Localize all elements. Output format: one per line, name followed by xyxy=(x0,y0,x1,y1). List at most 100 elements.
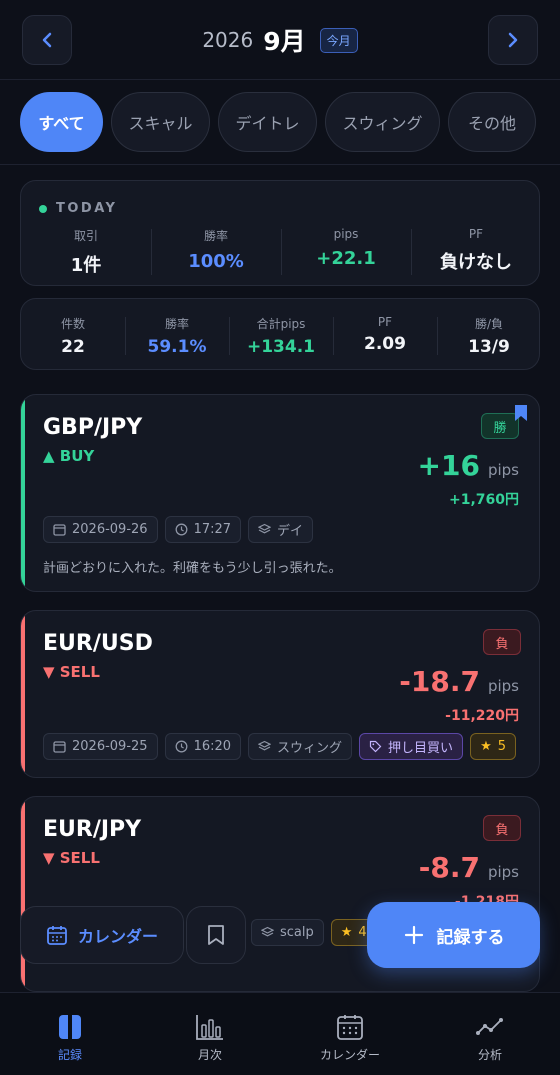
style-tag: scalp xyxy=(251,919,324,946)
trend-line-icon xyxy=(476,1018,503,1035)
today-header: TODAY xyxy=(39,201,117,216)
filter-chip-daytrade[interactable]: デイトレ xyxy=(218,92,317,152)
tab-label: カレンダー xyxy=(319,1048,380,1062)
stat-label: 勝率 xyxy=(164,317,189,331)
style-text: デイ xyxy=(277,524,304,539)
filter-chip-scalp[interactable]: スキャル xyxy=(111,92,210,152)
pips-value: -18.7 xyxy=(399,665,480,698)
calendar-icon xyxy=(53,741,66,753)
calendar-icon xyxy=(47,926,67,945)
stat-label: PF xyxy=(377,315,393,329)
divider xyxy=(0,164,560,165)
add-record-label: 記録する xyxy=(436,927,505,948)
trade-card[interactable]: EUR/USD ▼ SELL 負 -18.7 pips -11,220円 202… xyxy=(20,610,540,778)
stat-value: 22 xyxy=(61,337,85,357)
calendar-button[interactable]: カレンダー xyxy=(20,906,184,964)
trade-note: 計画どおりに入れた。利確をもう少し引っ張れた。 xyxy=(43,561,342,576)
trade-tags: 2026-09-25 16:20 スウィング 押し目買い ★ 5 xyxy=(43,733,516,760)
date-text: 2026-09-26 xyxy=(72,522,148,537)
pips-result: -8.7 pips xyxy=(419,851,519,884)
tab-monthly[interactable]: 月次 xyxy=(140,993,280,1075)
time-text: 16:20 xyxy=(193,739,232,754)
time-tag: 16:20 xyxy=(164,733,242,760)
profit-yen: -11,220円 xyxy=(445,708,519,724)
year-label: 2026 xyxy=(202,28,254,52)
star-icon: ★ xyxy=(340,925,353,940)
style-text: スウィング xyxy=(277,741,343,756)
month-stat-winrate: 勝率 59.1% xyxy=(125,315,229,357)
filter-chip-all[interactable]: すべて xyxy=(20,92,103,152)
monthly-summary-panel: 件数 22 勝率 59.1% 合計pips +134.1 PF 2.09 勝/負… xyxy=(20,298,540,370)
trade-tags: 2026-09-26 17:27 デイ xyxy=(43,516,314,543)
rating-text: 4 xyxy=(358,925,367,940)
month-title: 2026 9月 今月 xyxy=(0,22,560,58)
calendar-icon xyxy=(53,524,66,536)
style-text: scalp xyxy=(280,925,314,940)
bar-chart-icon xyxy=(196,1015,223,1040)
rating-tag: ★ 5 xyxy=(470,733,516,760)
next-month-button[interactable] xyxy=(488,15,538,65)
bottom-tab-bar: 記録 月次 カレンダー 分析 xyxy=(0,992,560,1075)
tab-calendar[interactable]: カレンダー xyxy=(280,993,420,1075)
stat-value: 2.09 xyxy=(364,334,406,354)
loss-stripe xyxy=(21,797,25,991)
month-stat-pf: PF 2.09 xyxy=(333,315,437,357)
calendar-icon xyxy=(337,1015,363,1040)
stat-label: 件数 xyxy=(60,317,85,331)
filter-chip-swing[interactable]: スウィング xyxy=(325,92,440,152)
filter-chip-other[interactable]: その他 xyxy=(448,92,536,152)
month-stat-win-loss: 勝/負 13/9 xyxy=(437,315,541,357)
today-stat-winrate: 勝率 100% xyxy=(151,227,281,277)
calendar-button-label: カレンダー xyxy=(77,927,158,946)
bookmark-icon[interactable] xyxy=(515,405,527,421)
today-stat-pf: PF 負けなし xyxy=(411,227,541,277)
tab-records[interactable]: 記録 xyxy=(0,993,140,1075)
layers-icon xyxy=(261,926,274,937)
month-label: 9月 xyxy=(263,27,306,56)
stat-label: pips xyxy=(333,227,359,241)
time-tag: 17:27 xyxy=(164,516,242,543)
tag-icon xyxy=(369,740,382,753)
this-month-button[interactable]: 今月 xyxy=(319,27,358,53)
date-tag: 2026-09-25 xyxy=(43,733,158,760)
bookmark-icon xyxy=(208,925,224,945)
layers-icon xyxy=(258,740,272,751)
style-tag: スウィング xyxy=(248,733,353,760)
currency-pair: GBP/JPY xyxy=(43,415,143,440)
monthly-stats: 件数 22 勝率 59.1% 合計pips +134.1 PF 2.09 勝/負… xyxy=(21,315,541,357)
star-icon: ★ xyxy=(480,739,492,754)
pips-result: -18.7 pips xyxy=(399,665,519,698)
result-badge: 負 xyxy=(483,629,521,655)
today-stat-trades: 取引 1件 xyxy=(21,227,151,277)
pips-unit: pips xyxy=(487,863,519,881)
pips-unit: pips xyxy=(487,677,519,695)
trade-tags: scalp ★ 4 xyxy=(251,919,377,946)
pips-value: -8.7 xyxy=(418,851,480,884)
tab-analysis[interactable]: 分析 xyxy=(420,993,560,1075)
add-record-button[interactable]: 記録する xyxy=(367,902,540,968)
tab-label: 月次 xyxy=(197,1048,222,1062)
pips-unit: pips xyxy=(487,461,519,479)
trade-direction: ▲ BUY xyxy=(43,447,95,465)
trade-card[interactable]: GBP/JPY ▲ BUY 勝 +16 pips +1,760円 2026-09… xyxy=(20,394,540,592)
currency-pair: EUR/JPY xyxy=(43,817,142,842)
stat-value: 59.1% xyxy=(147,337,207,357)
loss-stripe xyxy=(21,611,25,777)
rating-text: 5 xyxy=(497,739,506,754)
profit-yen: +1,760円 xyxy=(448,492,519,508)
bookmark-filter-button[interactable] xyxy=(186,906,246,964)
trade-direction: ▼ SELL xyxy=(43,849,100,867)
setup-text: 押し目買い xyxy=(388,741,454,756)
tab-label: 分析 xyxy=(477,1048,502,1062)
time-text: 17:27 xyxy=(193,522,232,537)
today-label: TODAY xyxy=(56,201,118,216)
clock-icon xyxy=(175,523,188,536)
stat-value: 負けなし xyxy=(440,252,512,273)
stat-label: 合計pips xyxy=(256,317,306,331)
tab-label: 記録 xyxy=(57,1048,82,1062)
stat-label: 取引 xyxy=(73,229,98,243)
chevron-right-icon xyxy=(508,32,518,48)
stat-label: 勝/負 xyxy=(474,317,504,331)
win-stripe xyxy=(21,395,25,591)
live-dot-icon xyxy=(39,204,47,213)
